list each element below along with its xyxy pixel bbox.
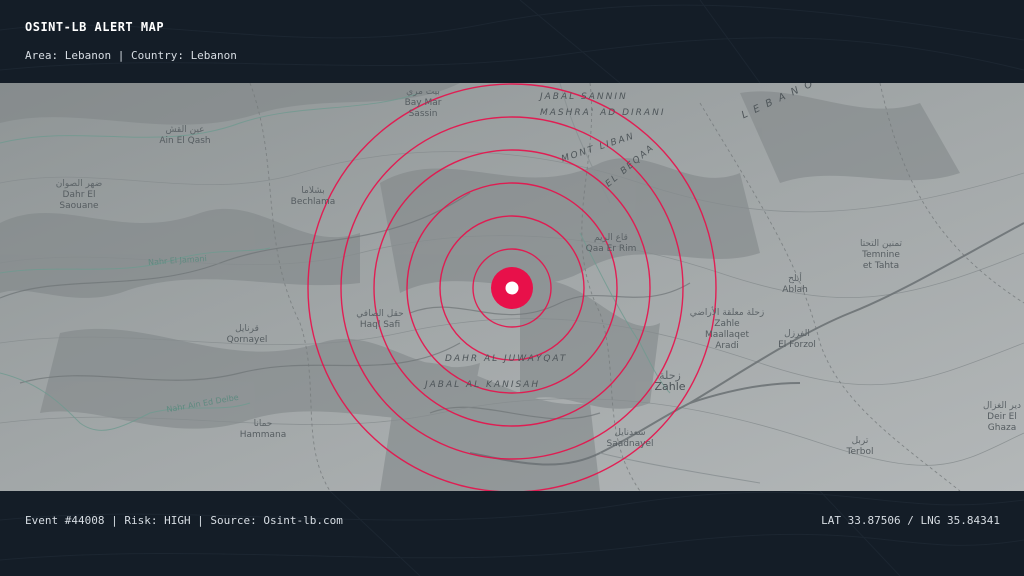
area-country-line: Area: Lebanon | Country: Lebanon	[25, 49, 237, 62]
map-screen: بيت مري Bay Mar Sassin عين القش Ain El Qas…	[0, 0, 1024, 576]
place-deir-el-ghazal: دير الغزال Deir El Ghaza	[983, 401, 1021, 433]
region-jabal-sannin: JABAL SANNIN	[540, 92, 628, 102]
terrain-map[interactable]	[0, 83, 1024, 491]
lat-value: 33.87506	[847, 514, 901, 527]
alert-marker-center	[505, 281, 519, 295]
place-zahle-maallaqet-aradi: زحلة معلقة الأراضي Zahle Maallaqet Aradi	[689, 308, 765, 351]
region-mashra-ad-dirani: MASHRA' AD DIRANI	[540, 108, 666, 118]
lng-label: LNG	[920, 514, 941, 527]
place-ablah: أبلح Ablah	[782, 274, 808, 295]
place-bay-mar-sassin: بيت مري Bay Mar Sassin	[404, 87, 442, 119]
region-dahr-al-juwayqat: DAHR AL JUWAYQAT	[445, 354, 568, 364]
place-terbol: تربل Terbol	[846, 436, 874, 457]
coordinates-readout: LAT 33.87506 / LNG 35.84341	[821, 514, 1000, 527]
place-qornayel: قرنايل Qornayel	[226, 324, 268, 345]
map-title: OSINT-LB ALERT MAP	[25, 20, 165, 34]
place-ain-el-qash: عين القش Ain El Qash	[159, 125, 211, 146]
place-saadnayel: سعدنايل Saadnayel	[606, 428, 654, 449]
place-temnine-et-tahta: تمنين التحتا Temnine et Tahta	[859, 239, 903, 271]
place-haql-safi: حقل الصافي Haql Safi	[356, 309, 404, 330]
map-panel[interactable]: بيت مري Bay Mar Sassin عين القش Ain El Qas…	[0, 83, 1024, 491]
lat-label: LAT	[821, 514, 842, 527]
region-jabal-al-kanisah: JABAL AL KANISAH	[425, 380, 541, 390]
place-dahr-el-saouane: ضهر الصوان Dahr El Saouane	[55, 179, 103, 211]
place-bechlama: بشلاما Bechlama	[290, 186, 336, 207]
place-qaa-er-rim: قاع الريم Qaa Er Rim	[585, 233, 637, 254]
place-hammana: حمانا Hammana	[239, 419, 287, 440]
place-el-forzol: الفرزل El Forzol	[778, 329, 816, 350]
event-info-line: Event #44008 | Risk: HIGH | Source: Osin…	[25, 514, 343, 527]
place-zahle: زحلة Zahle	[654, 369, 686, 393]
lng-value: 35.84341	[947, 514, 1000, 527]
